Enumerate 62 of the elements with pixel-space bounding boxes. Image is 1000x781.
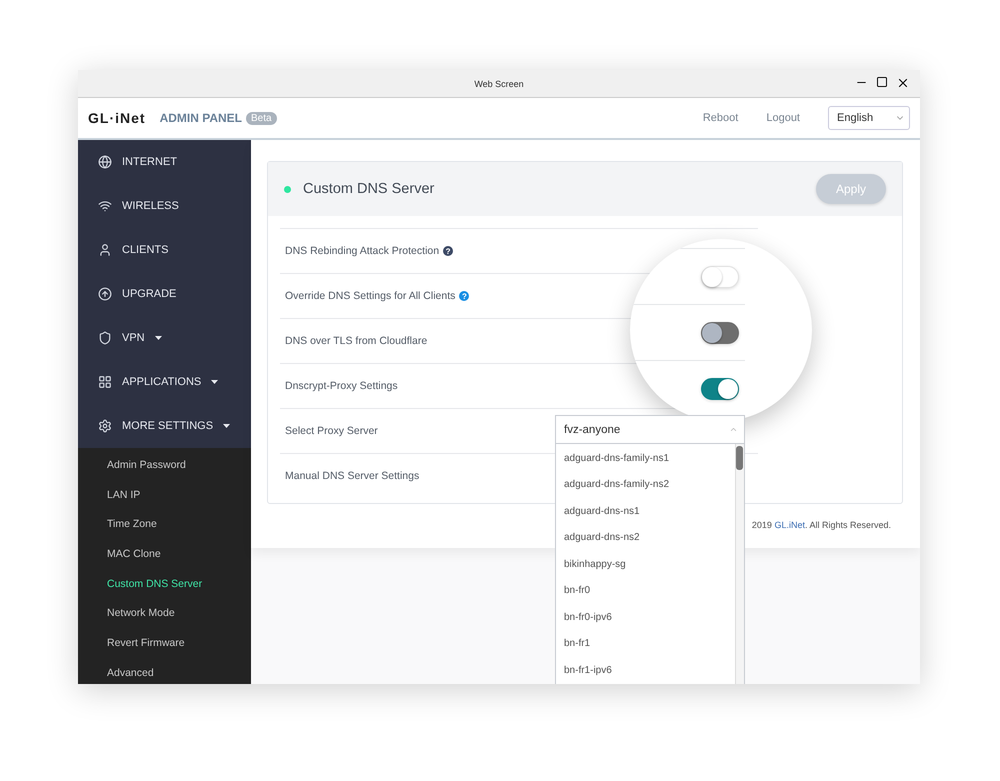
setting-label: Select Proxy Server: [285, 425, 378, 437]
nav-label: WIRELESS: [122, 200, 179, 212]
dropdown-option[interactable]: adguard-dns-ns1: [556, 498, 735, 524]
setting-label: Dnscrypt-Proxy Settings: [285, 380, 398, 392]
nav-icon: [98, 331, 112, 345]
submenu-item[interactable]: Time Zone: [78, 509, 251, 540]
header-link[interactable]: Reboot: [702, 112, 738, 124]
submenu-item[interactable]: Custom DNS Server: [78, 568, 251, 598]
logo: GL·iNet: [88, 110, 146, 126]
language-select[interactable]: English: [828, 106, 910, 130]
beta-badge: Beta: [246, 112, 277, 124]
nav-label: VPN: [122, 332, 145, 344]
sidebar-item[interactable]: VPN: [78, 316, 251, 360]
nav-icon: [98, 375, 112, 389]
nav-label: MORE SETTINGS: [122, 420, 214, 432]
sidebar-item[interactable]: MORE SETTINGS: [78, 404, 251, 448]
submenu-item[interactable]: Network Mode: [78, 598, 251, 628]
dropdown-option[interactable]: bn-fr1-ipv6: [556, 657, 735, 684]
dropdown-option[interactable]: adguard-dns-family-ns2: [556, 472, 735, 498]
status-dot: [284, 186, 291, 192]
nav-label: CLIENTS: [122, 244, 168, 256]
card-title: Custom DNS Server: [303, 181, 436, 197]
sidebar-item[interactable]: APPLICATIONS: [78, 360, 251, 404]
nav-label: INTERNET: [122, 156, 177, 168]
submenu-item[interactable]: Admin Password: [78, 450, 251, 480]
dropdown-option[interactable]: bn-fr0-ipv6: [556, 604, 735, 630]
nav-icon: [98, 287, 112, 301]
dropdown-option[interactable]: adguard-dns-ns2: [556, 524, 735, 551]
nav-icon: [98, 155, 112, 169]
scrollbar-thumb[interactable]: [736, 446, 743, 470]
help-icon[interactable]: ?: [443, 246, 454, 256]
footer-link[interactable]: GL.iNet: [774, 520, 805, 530]
sidebar-item[interactable]: INTERNET: [78, 140, 251, 184]
nav-icon: [98, 419, 112, 433]
sidebar-item[interactable]: UPGRADE: [78, 272, 251, 316]
nav-icon: [98, 199, 112, 213]
submenu-item[interactable]: LAN IP: [78, 480, 251, 510]
dropdown-option[interactable]: bn-fr1: [556, 630, 735, 657]
sidebar-item[interactable]: WIRELESS: [78, 184, 251, 228]
setting-label: Override DNS Settings for All Clients: [285, 290, 456, 302]
setting-label: Manual DNS Server Settings: [285, 470, 420, 482]
maximize-icon[interactable]: [876, 76, 888, 88]
copyright-text: 2019 GL.iNet. All Rights Reserved.: [752, 520, 891, 530]
setting-label: DNS Rebinding Attack Protection: [285, 245, 440, 257]
proxy-select[interactable]: fvz-anyone: [555, 415, 745, 444]
chevron-icon: [729, 425, 738, 434]
product-name: ADMIN PANEL: [160, 111, 242, 125]
dropdown-option[interactable]: bn-fr0: [556, 578, 735, 604]
setting-label: DNS over TLS from Cloudflare: [285, 335, 428, 347]
toggle-switch[interactable]: [701, 378, 739, 400]
submenu-item[interactable]: MAC Clone: [78, 539, 251, 569]
dropdown-option[interactable]: adguard-dns-family-ns1: [556, 445, 735, 472]
submenu-item[interactable]: Advanced: [78, 658, 251, 684]
nav-label: UPGRADE: [122, 288, 176, 300]
close-icon[interactable]: [896, 76, 910, 90]
dropdown-option[interactable]: bikinhappy-sg: [556, 551, 735, 578]
window-title: Web Screen: [474, 78, 524, 88]
nav-icon: [98, 243, 112, 257]
nav-label: APPLICATIONS: [122, 376, 202, 388]
header-link[interactable]: Logout: [766, 112, 800, 124]
submenu-item[interactable]: Revert Firmware: [78, 628, 251, 658]
sidebar-item[interactable]: CLIENTS: [78, 228, 251, 272]
